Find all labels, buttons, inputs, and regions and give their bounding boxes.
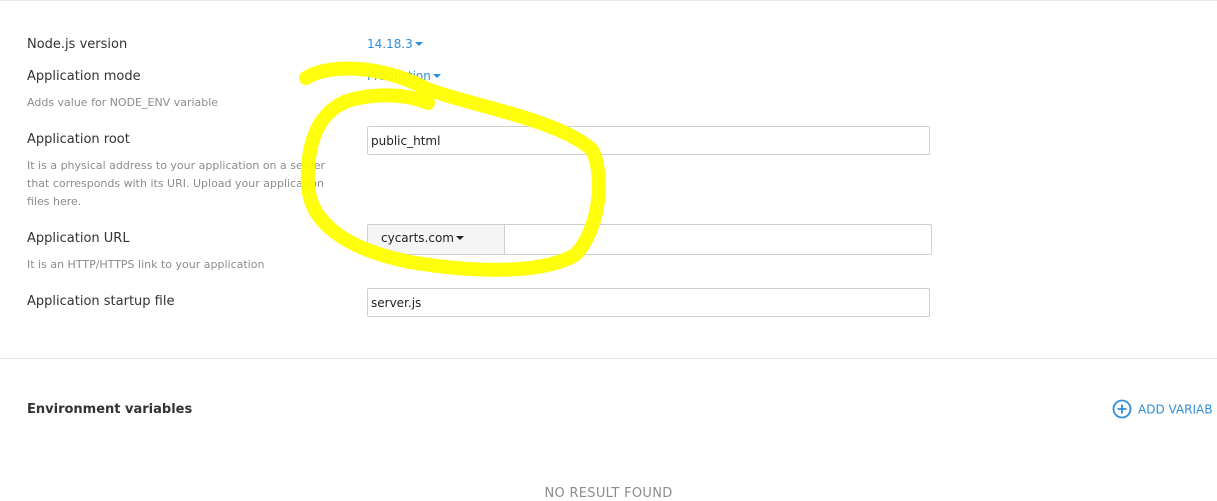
node-version-value: 14.18.3 — [367, 37, 413, 51]
caret-down-icon — [455, 235, 464, 240]
node-version-dropdown[interactable]: 14.18.3 — [367, 37, 423, 51]
startup-file-label: Application startup file — [27, 294, 175, 309]
empty-state-text: NO RESULT FOUND — [544, 486, 673, 501]
app-mode-hint: Adds value for NODE_ENV variable — [27, 96, 219, 109]
nodejs-app-setup-page: Node.js version 14.18.3 Application mode… — [0, 0, 1217, 501]
add-variable-button[interactable]: ADD VARIAB — [1112, 399, 1213, 421]
node-version-label: Node.js version — [27, 37, 128, 52]
app-mode-value: Production — [367, 69, 431, 83]
app-url-label: Application URL — [27, 231, 130, 246]
caret-down-icon — [414, 41, 423, 46]
section-divider — [0, 358, 1217, 359]
app-root-hint: It is a physical address to your applica… — [27, 159, 326, 208]
app-url-path-input[interactable] — [506, 225, 931, 254]
app-root-input[interactable] — [367, 126, 930, 155]
caret-down-icon — [432, 73, 441, 78]
top-divider — [0, 0, 1217, 1]
domain-value: cycarts.com — [381, 231, 454, 245]
add-variable-label: ADD VARIAB — [1138, 402, 1213, 417]
domain-dropdown[interactable]: cycarts.com — [368, 225, 505, 254]
app-root-label: Application root — [27, 132, 130, 147]
startup-file-input[interactable] — [367, 288, 930, 317]
plus-circle-icon — [1112, 399, 1132, 419]
env-vars-title: Environment variables — [27, 402, 193, 417]
app-mode-label: Application mode — [27, 69, 141, 84]
app-url-hint: It is an HTTP/HTTPS link to your applica… — [27, 258, 265, 271]
app-mode-dropdown[interactable]: Production — [367, 69, 441, 83]
app-url-field: cycarts.com — [367, 224, 932, 255]
